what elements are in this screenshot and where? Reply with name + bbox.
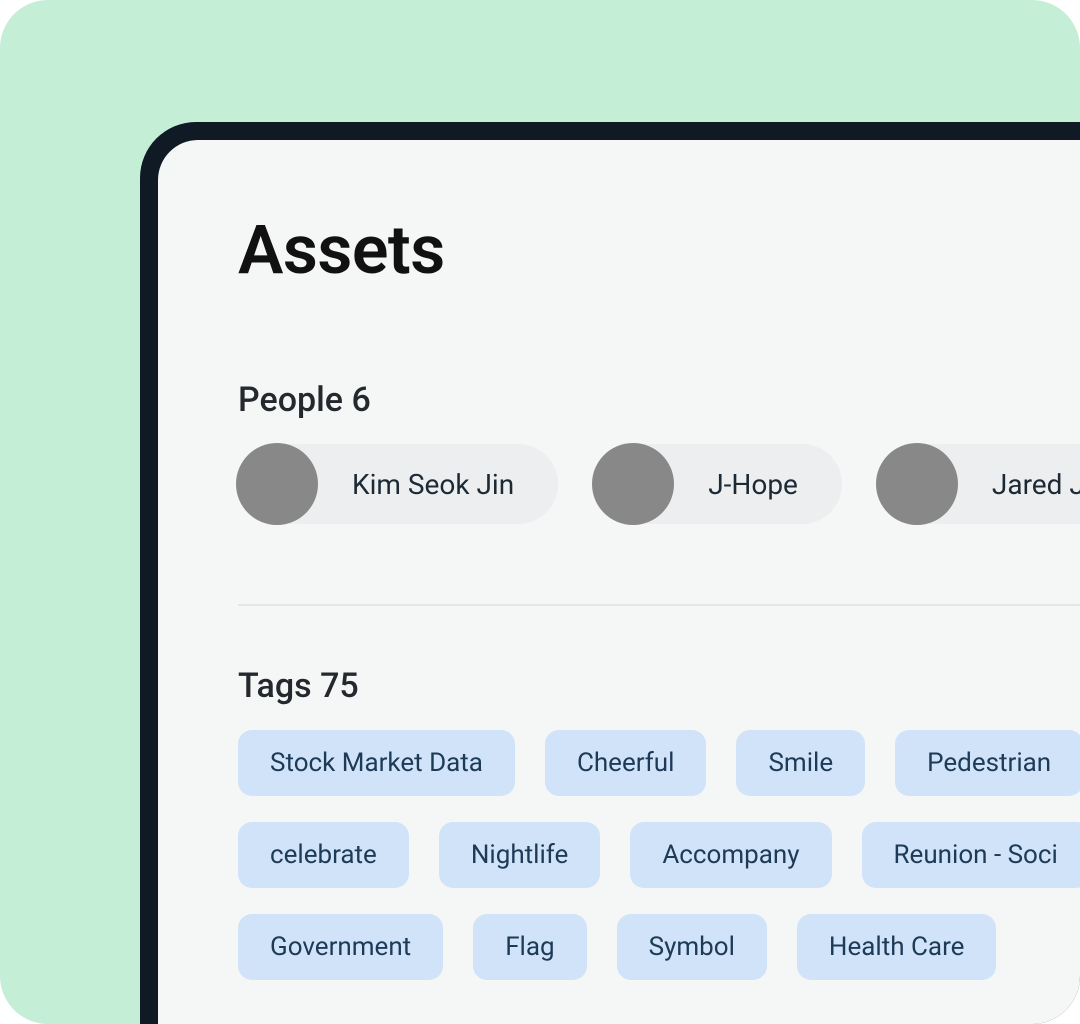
tag-chip[interactable]: Reunion - Soci xyxy=(862,822,1080,888)
tag-chip[interactable]: Flag xyxy=(473,914,586,980)
person-chip[interactable]: Kim Seok Jin xyxy=(238,444,558,524)
tags-header: Tags 75 xyxy=(238,666,1080,706)
person-chip[interactable]: Jared Joseph xyxy=(878,444,1080,524)
person-chip[interactable]: J-Hope xyxy=(594,444,842,524)
backdrop: Assets People 6 Kim Seok Jin J-Hope Jare… xyxy=(0,0,1080,1024)
people-label: People xyxy=(238,380,343,420)
tag-chip[interactable]: Government xyxy=(238,914,443,980)
tags-label: Tags xyxy=(238,666,312,706)
tag-chip[interactable]: Accompany xyxy=(630,822,831,888)
avatar xyxy=(592,443,674,525)
screen: Assets People 6 Kim Seok Jin J-Hope Jare… xyxy=(158,140,1080,1024)
divider xyxy=(238,604,1080,606)
avatar xyxy=(876,443,958,525)
tags-wrap: Stock Market Data Cheerful Smile Pedestr… xyxy=(238,730,1080,980)
device-frame: Assets People 6 Kim Seok Jin J-Hope Jare… xyxy=(140,122,1080,1024)
page-title: Assets xyxy=(238,210,1080,290)
tag-chip[interactable]: Cheerful xyxy=(545,730,707,796)
tags-count: 75 xyxy=(320,666,359,706)
person-name: Kim Seok Jin xyxy=(352,468,514,501)
tag-chip[interactable]: Symbol xyxy=(617,914,767,980)
person-name: Jared Joseph xyxy=(992,468,1080,501)
avatar xyxy=(236,443,318,525)
people-row: Kim Seok Jin J-Hope Jared Joseph xyxy=(238,444,1080,524)
tag-chip[interactable]: Health Care xyxy=(797,914,997,980)
tag-chip[interactable]: celebrate xyxy=(238,822,409,888)
tag-chip[interactable]: Smile xyxy=(736,730,865,796)
tag-chip[interactable]: Nightlife xyxy=(439,822,600,888)
person-name: J-Hope xyxy=(708,468,798,501)
people-header: People 6 xyxy=(238,380,1080,420)
tag-chip[interactable]: Stock Market Data xyxy=(238,730,515,796)
people-count: 6 xyxy=(351,380,370,420)
tag-chip[interactable]: Pedestrian xyxy=(895,730,1080,796)
